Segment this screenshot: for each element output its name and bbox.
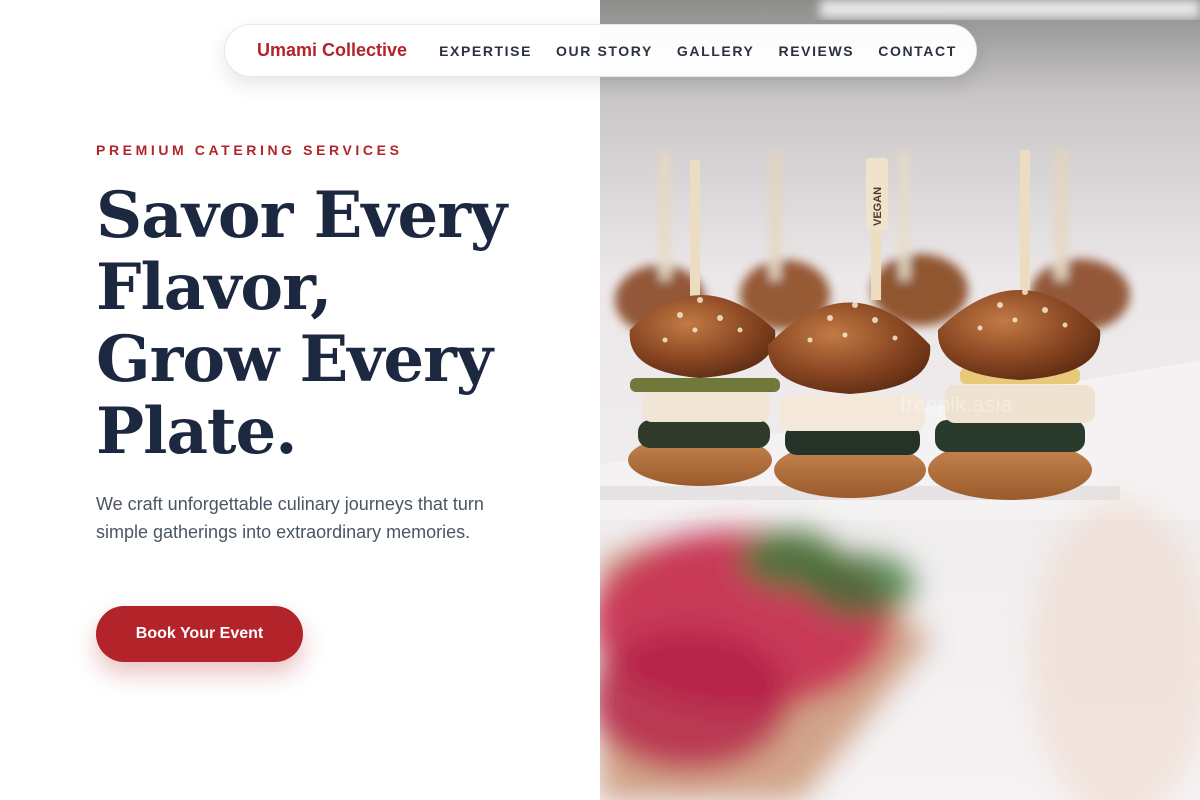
headline-line: Savor Every (96, 178, 507, 253)
nav-link-expertise[interactable]: EXPERTISE (439, 43, 532, 59)
food-illustration: VEGAN freepik.asia (600, 0, 1200, 800)
nav-link-reviews[interactable]: REVIEWS (778, 43, 854, 59)
hero-headline: Savor Every Flavor, Grow Every Plate. (96, 180, 576, 468)
top-navigation: Umami Collective EXPERTISE OUR STORY GAL… (224, 24, 977, 77)
hero-food-image: VEGAN freepik.asia (600, 0, 1200, 800)
nav-link-contact[interactable]: CONTACT (878, 43, 957, 59)
image-watermark: freepik.asia (900, 392, 1013, 417)
hero-content: PREMIUM CATERING SERVICES Savor Every Fl… (0, 0, 600, 800)
nav-link-gallery[interactable]: GALLERY (677, 43, 755, 59)
book-event-button[interactable]: Book Your Event (96, 606, 303, 662)
headline-line: Plate. (96, 394, 297, 469)
vegan-flag-text: VEGAN (872, 187, 884, 226)
headline-line: Grow Every (96, 322, 493, 397)
brand-logo-link[interactable]: Umami Collective (257, 40, 407, 61)
headline-line: Flavor, (96, 250, 332, 325)
hero-eyebrow: PREMIUM CATERING SERVICES (96, 142, 403, 158)
nav-links: EXPERTISE OUR STORY GALLERY REVIEWS CONT… (439, 43, 957, 59)
hero-subcopy: We craft unforgettable culinary journeys… (96, 494, 484, 542)
nav-link-our-story[interactable]: OUR STORY (556, 43, 653, 59)
